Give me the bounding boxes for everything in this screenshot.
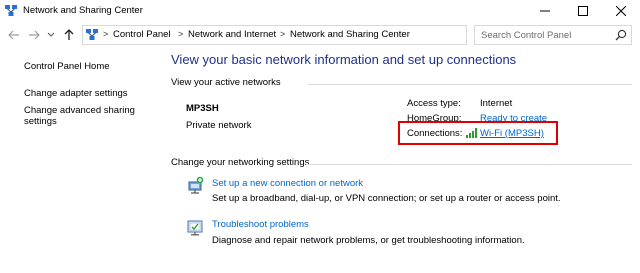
arrow-up-icon bbox=[64, 29, 74, 40]
change-adapter-settings-link[interactable]: Change adapter settings bbox=[24, 88, 128, 99]
network-category: Private network bbox=[186, 120, 252, 131]
breadcrumb-separator: > bbox=[280, 29, 286, 39]
change-advanced-sharing-settings-link[interactable]: Change advanced sharing settings bbox=[24, 105, 135, 127]
change-settings-section-label: Change your networking settings bbox=[171, 157, 310, 168]
minimize-icon bbox=[540, 10, 550, 12]
setup-new-connection-link[interactable]: Set up a new connection or network bbox=[212, 178, 363, 189]
address-bar[interactable]: > Control Panel > Network and Internet >… bbox=[82, 25, 545, 45]
setup-new-connection-description: Set up a broadband, dial-up, or VPN conn… bbox=[212, 193, 561, 204]
connections-highlight-box bbox=[398, 121, 558, 145]
troubleshoot-problems-link[interactable]: Troubleshoot problems bbox=[212, 219, 309, 230]
troubleshoot-problems-description: Diagnose and repair network problems, or… bbox=[212, 235, 525, 246]
close-button[interactable] bbox=[602, 0, 640, 22]
change-advanced-sharing-line1: Change advanced sharing bbox=[24, 105, 135, 116]
access-type-label: Access type: bbox=[407, 98, 461, 109]
network-name: MP3SH bbox=[186, 103, 219, 114]
title-bar: Network and Sharing Center bbox=[0, 0, 640, 22]
active-networks-section-label: View your active networks bbox=[171, 77, 281, 88]
close-icon bbox=[616, 6, 626, 16]
control-panel-home-link[interactable]: Control Panel Home bbox=[24, 61, 110, 72]
search-input[interactable] bbox=[481, 28, 611, 42]
change-advanced-sharing-line2: settings bbox=[24, 116, 57, 127]
chevron-down-icon bbox=[47, 32, 55, 37]
access-type-value: Internet bbox=[480, 98, 513, 109]
network-center-icon bbox=[5, 5, 17, 16]
arrow-left-icon bbox=[8, 30, 19, 40]
maximize-button[interactable] bbox=[564, 0, 602, 22]
section-divider bbox=[306, 164, 632, 165]
section-divider bbox=[308, 84, 632, 85]
page-heading: View your basic network information and … bbox=[171, 52, 517, 67]
back-button[interactable] bbox=[6, 27, 22, 43]
new-connection-icon bbox=[188, 176, 204, 194]
control-panel-icon bbox=[86, 29, 98, 40]
left-navigation-pane: Control Panel Home Change adapter settin… bbox=[0, 48, 160, 273]
window-title: Network and Sharing Center bbox=[23, 5, 143, 16]
troubleshoot-icon bbox=[187, 220, 203, 236]
maximize-icon bbox=[578, 6, 588, 16]
breadcrumb-network-and-sharing-center[interactable]: Network and Sharing Center bbox=[290, 29, 410, 40]
up-button[interactable] bbox=[61, 27, 77, 43]
breadcrumb-separator: > bbox=[178, 29, 184, 39]
search-icon[interactable] bbox=[615, 29, 627, 41]
forward-button[interactable] bbox=[26, 27, 42, 43]
arrow-right-icon bbox=[29, 30, 40, 40]
breadcrumb-control-panel[interactable]: Control Panel bbox=[113, 29, 171, 40]
breadcrumb-network-and-internet[interactable]: Network and Internet bbox=[188, 29, 276, 40]
recent-locations-button[interactable] bbox=[45, 27, 57, 43]
minimize-button[interactable] bbox=[526, 0, 564, 22]
search-box[interactable] bbox=[474, 25, 632, 45]
breadcrumb-separator: > bbox=[103, 29, 109, 39]
address-row: > Control Panel > Network and Internet >… bbox=[0, 22, 640, 48]
